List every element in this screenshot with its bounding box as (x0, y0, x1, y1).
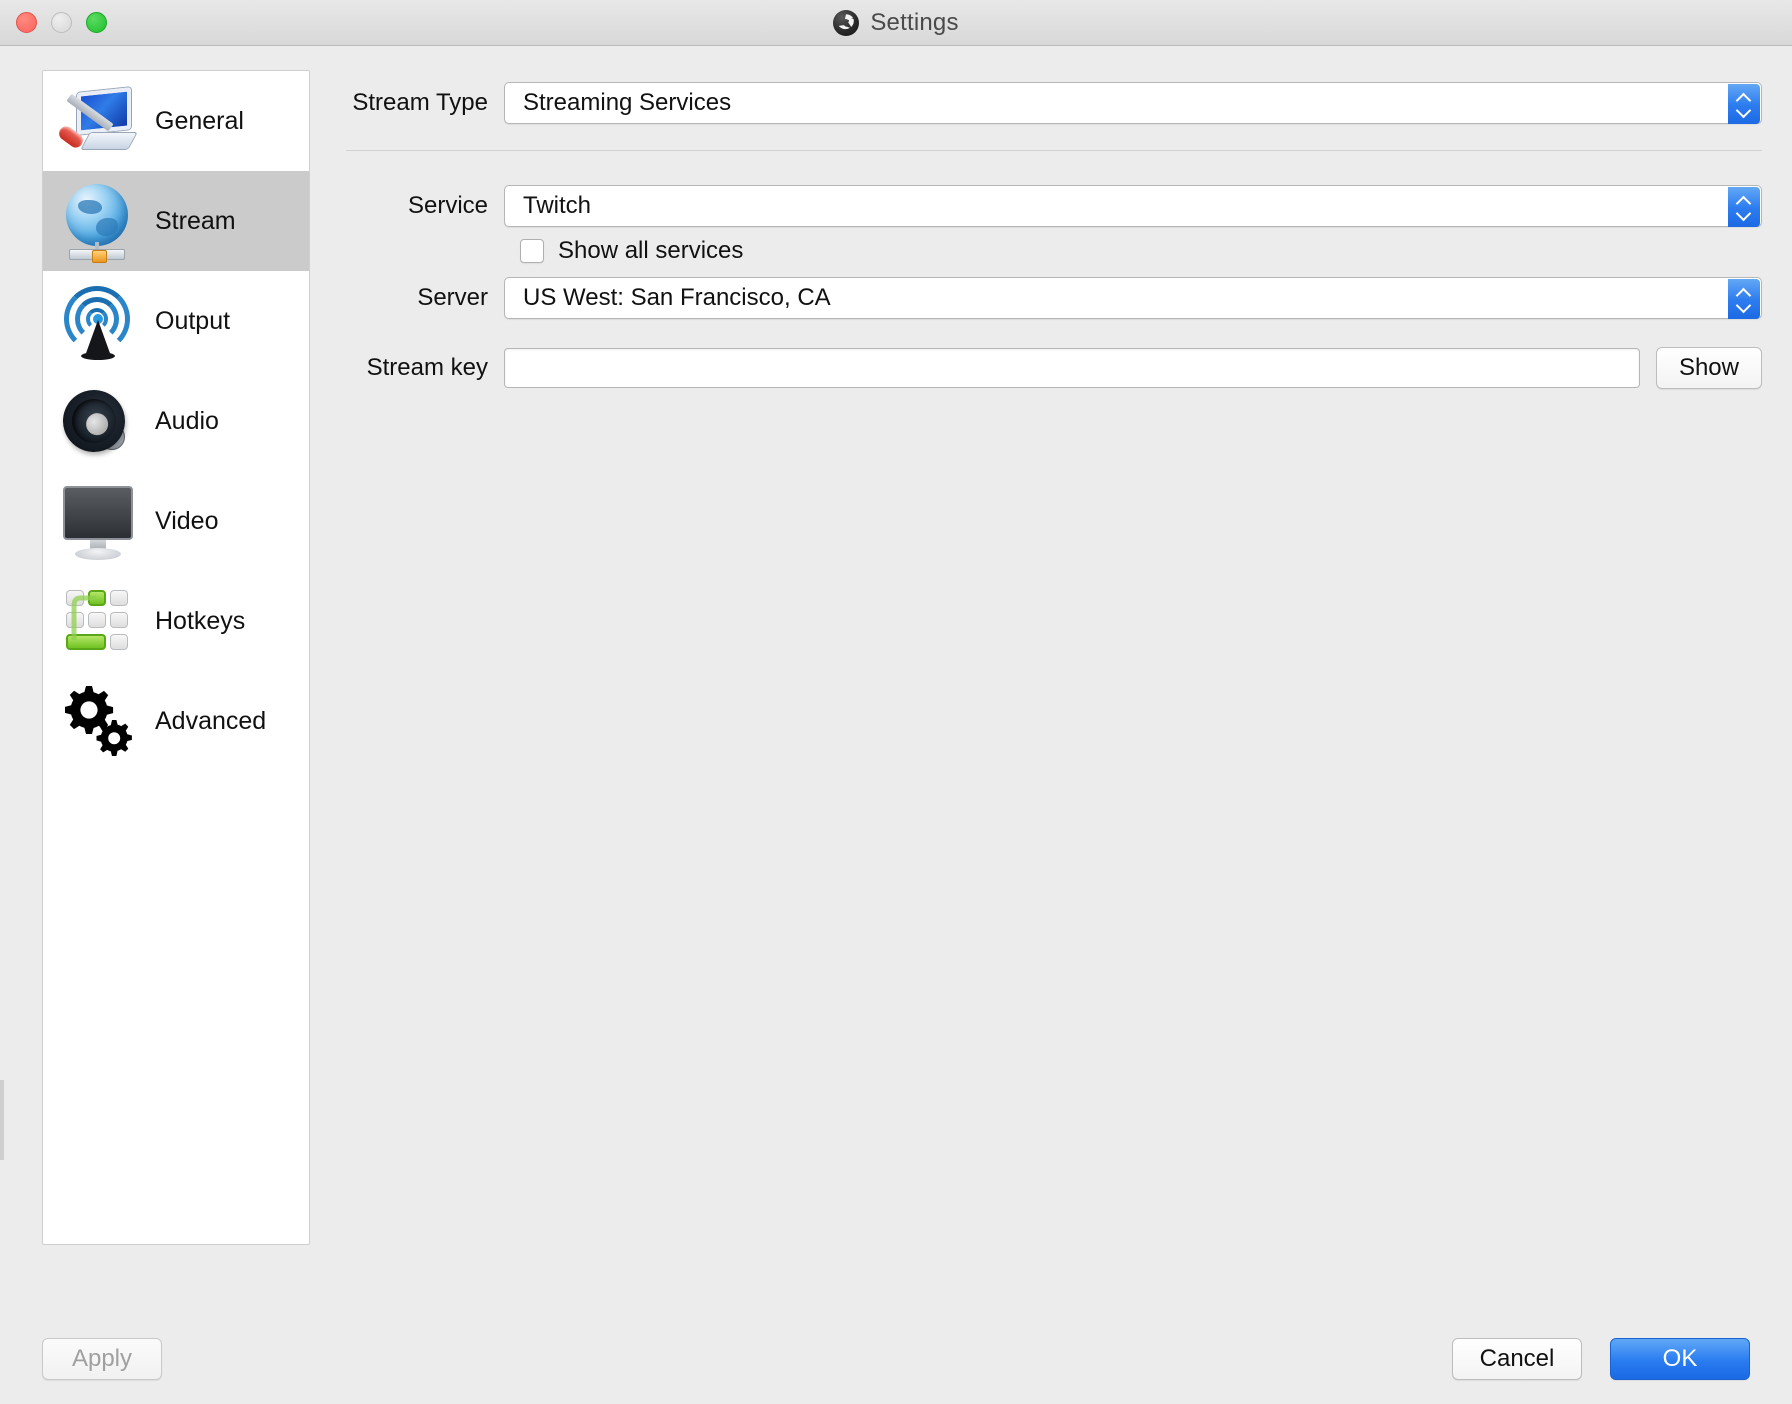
dialog-body: General Stream Output Audio Video Hotkey… (0, 46, 1792, 1314)
sidebar-item-stream[interactable]: Stream (43, 171, 309, 271)
chevron-up-icon (1737, 197, 1751, 205)
speaker-icon (54, 378, 141, 464)
stream-settings-panel: Stream Type Streaming Services Service T… (332, 70, 1762, 1314)
footer-actions: Cancel OK (1452, 1338, 1750, 1380)
maximize-button[interactable] (86, 12, 107, 33)
sidebar-item-output[interactable]: Output (43, 271, 309, 371)
ok-button[interactable]: OK (1610, 1338, 1750, 1380)
stream-type-select[interactable]: Streaming Services (504, 82, 1762, 124)
stream-key-row: Stream key Show (332, 347, 1762, 389)
sidebar-item-label: General (155, 106, 244, 135)
title-bar: Settings (0, 0, 1792, 46)
close-button[interactable] (16, 12, 37, 33)
service-value: Twitch (523, 192, 592, 219)
show-all-services-checkbox[interactable] (520, 239, 544, 263)
page-title: Settings (870, 8, 959, 36)
monitor-icon (55, 478, 141, 564)
sidebar-item-label: Video (155, 506, 219, 535)
sidebar-item-advanced[interactable]: Advanced (43, 671, 309, 771)
title-group: Settings (833, 9, 958, 37)
stream-key-show-button[interactable]: Show (1655, 347, 1762, 389)
sidebar-item-label: Audio (155, 406, 219, 435)
sidebar-item-general[interactable]: General (43, 71, 309, 171)
chevron-up-icon (1737, 289, 1751, 297)
settings-category-list[interactable]: General Stream Output Audio Video Hotkey… (42, 70, 310, 1245)
sidebar-item-label: Hotkeys (155, 606, 246, 635)
apply-button[interactable]: Apply (42, 1338, 162, 1380)
chevron-up-icon (1737, 94, 1751, 102)
stream-type-stepper[interactable] (1728, 84, 1760, 124)
stream-type-value: Streaming Services (523, 89, 732, 116)
keyboard-keys-icon (55, 578, 141, 664)
window-controls (16, 12, 107, 33)
section-divider (346, 150, 1762, 151)
cancel-button[interactable]: Cancel (1452, 1338, 1582, 1380)
server-value: US West: San Francisco, CA (523, 284, 831, 311)
sidebar-item-video[interactable]: Video (43, 471, 309, 571)
show-all-services-row[interactable]: Show all services (520, 237, 1762, 265)
chevron-down-icon (1737, 209, 1751, 217)
sidebar-item-label: Output (155, 306, 231, 335)
sidebar-item-label: Advanced (155, 706, 267, 735)
minimize-button[interactable] (51, 12, 72, 33)
server-select[interactable]: US West: San Francisco, CA (504, 277, 1762, 319)
gears-icon (55, 678, 141, 764)
window-edge-accent (0, 1080, 4, 1160)
service-row: Service Twitch (332, 185, 1762, 227)
stream-type-label: Stream Type (352, 89, 488, 116)
obs-logo-icon (833, 9, 860, 36)
broadcast-antenna-icon (55, 278, 141, 364)
stream-type-row: Stream Type Streaming Services (332, 82, 1762, 124)
stream-key-input[interactable] (504, 348, 1640, 388)
dialog-footer: Apply Cancel OK (0, 1314, 1792, 1404)
chevron-down-icon (1737, 301, 1751, 309)
stream-key-label: Stream key (366, 354, 488, 381)
server-stepper[interactable] (1728, 279, 1760, 319)
server-label: Server (417, 284, 488, 311)
show-all-services-label: Show all services (558, 237, 744, 264)
sidebar-item-label: Stream (155, 206, 236, 235)
sidebar-item-hotkeys[interactable]: Hotkeys (43, 571, 309, 671)
sidebar-item-audio[interactable]: Audio (43, 371, 309, 471)
globe-network-icon (55, 178, 141, 264)
settings-window: Settings General Stream Output Audio Vid… (0, 0, 1792, 1404)
server-row: Server US West: San Francisco, CA (332, 277, 1762, 319)
chevron-down-icon (1737, 106, 1751, 114)
monitor-screwdriver-icon (55, 78, 141, 164)
service-stepper[interactable] (1728, 187, 1760, 227)
service-select[interactable]: Twitch (504, 185, 1762, 227)
service-label: Service (407, 192, 488, 219)
